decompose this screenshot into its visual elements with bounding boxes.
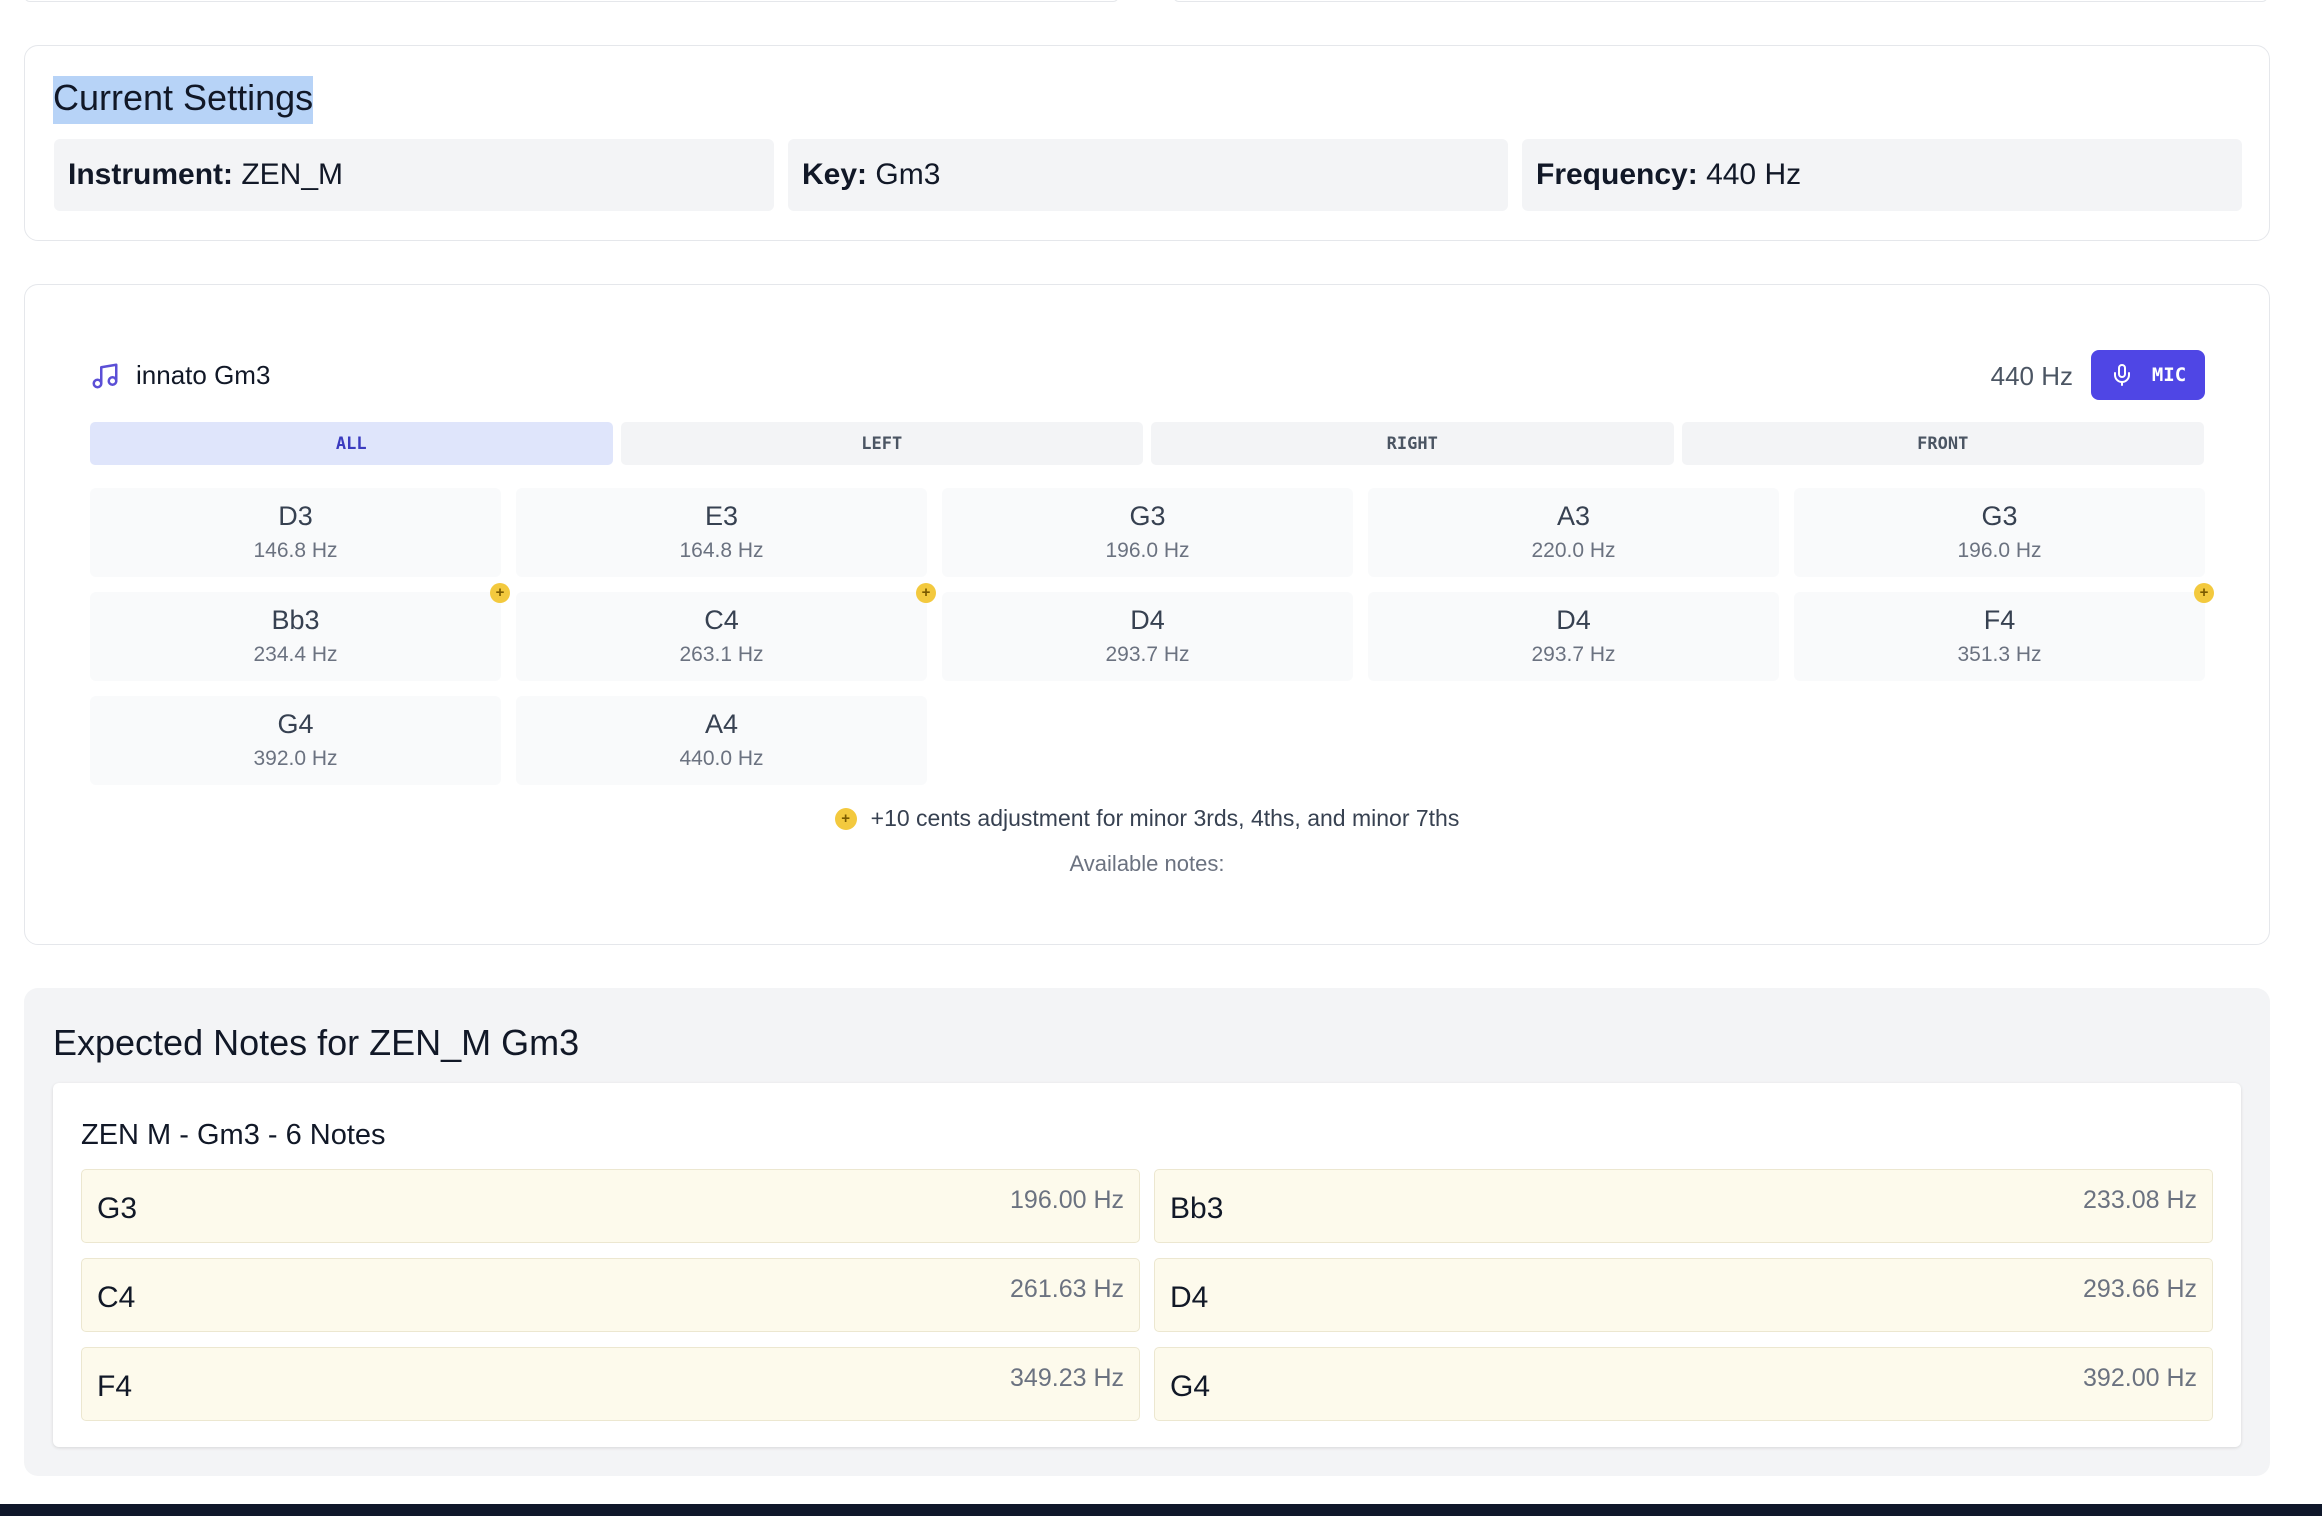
tuner-title: innato Gm3 bbox=[136, 360, 271, 390]
frequency-value: 440 Hz bbox=[1706, 158, 1802, 191]
note-name: A3 bbox=[1556, 501, 1591, 531]
note-cell[interactable]: Bb3 234.4 Hz bbox=[90, 592, 501, 681]
note-name: D4 bbox=[1130, 605, 1165, 635]
expected-note: G3 196.00 Hz bbox=[81, 1169, 1140, 1243]
frequency-setting: Frequency: 440 Hz bbox=[1522, 139, 2242, 211]
note-cell[interactable]: G3 196.0 Hz bbox=[942, 488, 1353, 577]
expected-note-name: G4 bbox=[1170, 1370, 1211, 1403]
note-cell[interactable]: D3 146.8 Hz bbox=[90, 488, 501, 577]
note-frequency: 146.8 Hz bbox=[253, 539, 338, 562]
music-note-icon bbox=[90, 361, 120, 391]
instrument-value: ZEN_M bbox=[241, 158, 344, 191]
expected-note-frequency: 392.00 Hz bbox=[2083, 1364, 2197, 1392]
note-name: E3 bbox=[704, 501, 739, 531]
instrument-label: Instrument: bbox=[68, 158, 233, 191]
note-frequency: 220.0 Hz bbox=[1531, 539, 1616, 562]
previous-card-left bbox=[24, 0, 1119, 2]
note-cell[interactable]: A4 440.0 Hz bbox=[516, 696, 927, 785]
note-frequency: 196.0 Hz bbox=[1957, 539, 2042, 562]
note-name: Bb3 bbox=[271, 605, 320, 635]
key-label: Key: bbox=[802, 158, 868, 191]
tab-left[interactable]: LEFT bbox=[620, 422, 1143, 465]
note-cell[interactable]: D4 293.7 Hz bbox=[942, 592, 1353, 681]
note-frequency: 293.7 Hz bbox=[1105, 643, 1190, 666]
note-name: D4 bbox=[1556, 605, 1591, 635]
previous-card-right bbox=[1173, 0, 2268, 2]
tab-front[interactable]: FRONT bbox=[1681, 422, 2204, 465]
note-cell[interactable]: A3 220.0 Hz bbox=[1368, 488, 1779, 577]
tuner-header: innato Gm3 bbox=[90, 360, 270, 391]
mic-button[interactable]: MIC bbox=[2091, 350, 2205, 400]
expected-notes-card: Expected Notes for ZEN_M Gm3 ZEN M - Gm3… bbox=[24, 988, 2270, 1476]
mic-label: MIC bbox=[2151, 364, 2187, 386]
reference-frequency: 440 Hz bbox=[1990, 361, 2073, 391]
expected-note-frequency: 233.08 Hz bbox=[2083, 1186, 2197, 1214]
adjustment-badge-icon: + bbox=[834, 807, 857, 830]
note-frequency: 263.1 Hz bbox=[679, 643, 764, 666]
note-name: G3 bbox=[1129, 501, 1166, 531]
expected-notes-title: Expected Notes for ZEN_M Gm3 bbox=[53, 1022, 580, 1063]
instrument-setting: Instrument: ZEN_M bbox=[54, 139, 774, 211]
tuner-card: innato Gm3 440 Hz MIC ALL LEFT RIGHT FRONT … bbox=[24, 284, 2270, 945]
expected-note-name: C4 bbox=[97, 1281, 136, 1314]
note-name: C4 bbox=[704, 605, 739, 635]
note-name: A4 bbox=[704, 709, 739, 739]
note-name: D3 bbox=[278, 501, 313, 531]
expected-note: G4 392.00 Hz bbox=[1154, 1347, 2213, 1421]
note-name: G3 bbox=[1981, 501, 2018, 531]
expected-note: Bb3 233.08 Hz bbox=[1154, 1169, 2213, 1243]
expected-note-name: G3 bbox=[97, 1192, 138, 1225]
key-value: Gm3 bbox=[875, 158, 941, 191]
tab-all[interactable]: ALL bbox=[90, 422, 613, 465]
adjustment-badge-icon: + bbox=[916, 583, 936, 603]
note-frequency: 392.0 Hz bbox=[253, 747, 338, 770]
note-frequency: 440.0 Hz bbox=[679, 747, 764, 770]
current-settings-title: Current Settings bbox=[53, 76, 314, 124]
note-frequency: 234.4 Hz bbox=[253, 643, 338, 666]
expected-note-frequency: 293.66 Hz bbox=[2083, 1275, 2197, 1303]
note-cell[interactable]: G3 196.0 Hz bbox=[1794, 488, 2205, 577]
expected-note: D4 293.66 Hz bbox=[1154, 1258, 2213, 1332]
note-cell[interactable]: F4 351.3 Hz bbox=[1794, 592, 2205, 681]
note-frequency: 196.0 Hz bbox=[1105, 539, 1190, 562]
expected-note-frequency: 349.23 Hz bbox=[1010, 1364, 1124, 1392]
expected-note-name: D4 bbox=[1170, 1281, 1209, 1314]
note-frequency: 351.3 Hz bbox=[1957, 643, 2042, 666]
note-frequency: 164.8 Hz bbox=[679, 539, 764, 562]
note-name: G4 bbox=[277, 709, 314, 739]
note-cell[interactable]: E3 164.8 Hz bbox=[516, 488, 927, 577]
legend-text: +10 cents adjustment for minor 3rds, 4th… bbox=[870, 805, 1460, 831]
adjustment-legend: + +10 cents adjustment for minor 3rds, 4… bbox=[25, 805, 2269, 832]
expected-note-name: F4 bbox=[97, 1370, 133, 1403]
note-name: F4 bbox=[1983, 605, 2016, 635]
current-settings-card: Current Settings Instrument: ZEN_M Key: … bbox=[24, 45, 2270, 241]
note-cell[interactable]: C4 263.1 Hz bbox=[516, 592, 927, 681]
microphone-icon bbox=[2110, 361, 2134, 389]
note-cell[interactable]: D4 293.7 Hz bbox=[1368, 592, 1779, 681]
note-cell[interactable]: G4 392.0 Hz bbox=[90, 696, 501, 785]
expected-note: F4 349.23 Hz bbox=[81, 1347, 1140, 1421]
expected-note: C4 261.63 Hz bbox=[81, 1258, 1140, 1332]
expected-note-name: Bb3 bbox=[1170, 1192, 1224, 1225]
chamber-tabs: ALL LEFT RIGHT FRONT bbox=[90, 422, 2204, 465]
adjustment-badge-icon: + bbox=[490, 583, 510, 603]
expected-notes-subtitle: ZEN M - Gm3 - 6 Notes bbox=[81, 1119, 386, 1151]
frequency-label: Frequency: bbox=[1536, 158, 1698, 191]
tab-right[interactable]: RIGHT bbox=[1151, 422, 1674, 465]
expected-note-frequency: 261.63 Hz bbox=[1010, 1275, 1124, 1303]
adjustment-badge-icon: + bbox=[2194, 583, 2214, 603]
note-frequency: 293.7 Hz bbox=[1531, 643, 1616, 666]
expected-note-frequency: 196.00 Hz bbox=[1010, 1186, 1124, 1214]
page-footer bbox=[0, 1504, 2322, 1516]
key-setting: Key: Gm3 bbox=[788, 139, 1508, 211]
available-notes-label: Available notes: bbox=[1069, 851, 1225, 876]
expected-notes-panel: ZEN M - Gm3 - 6 Notes G3 196.00 Hz Bb3 233.… bbox=[53, 1083, 2241, 1447]
